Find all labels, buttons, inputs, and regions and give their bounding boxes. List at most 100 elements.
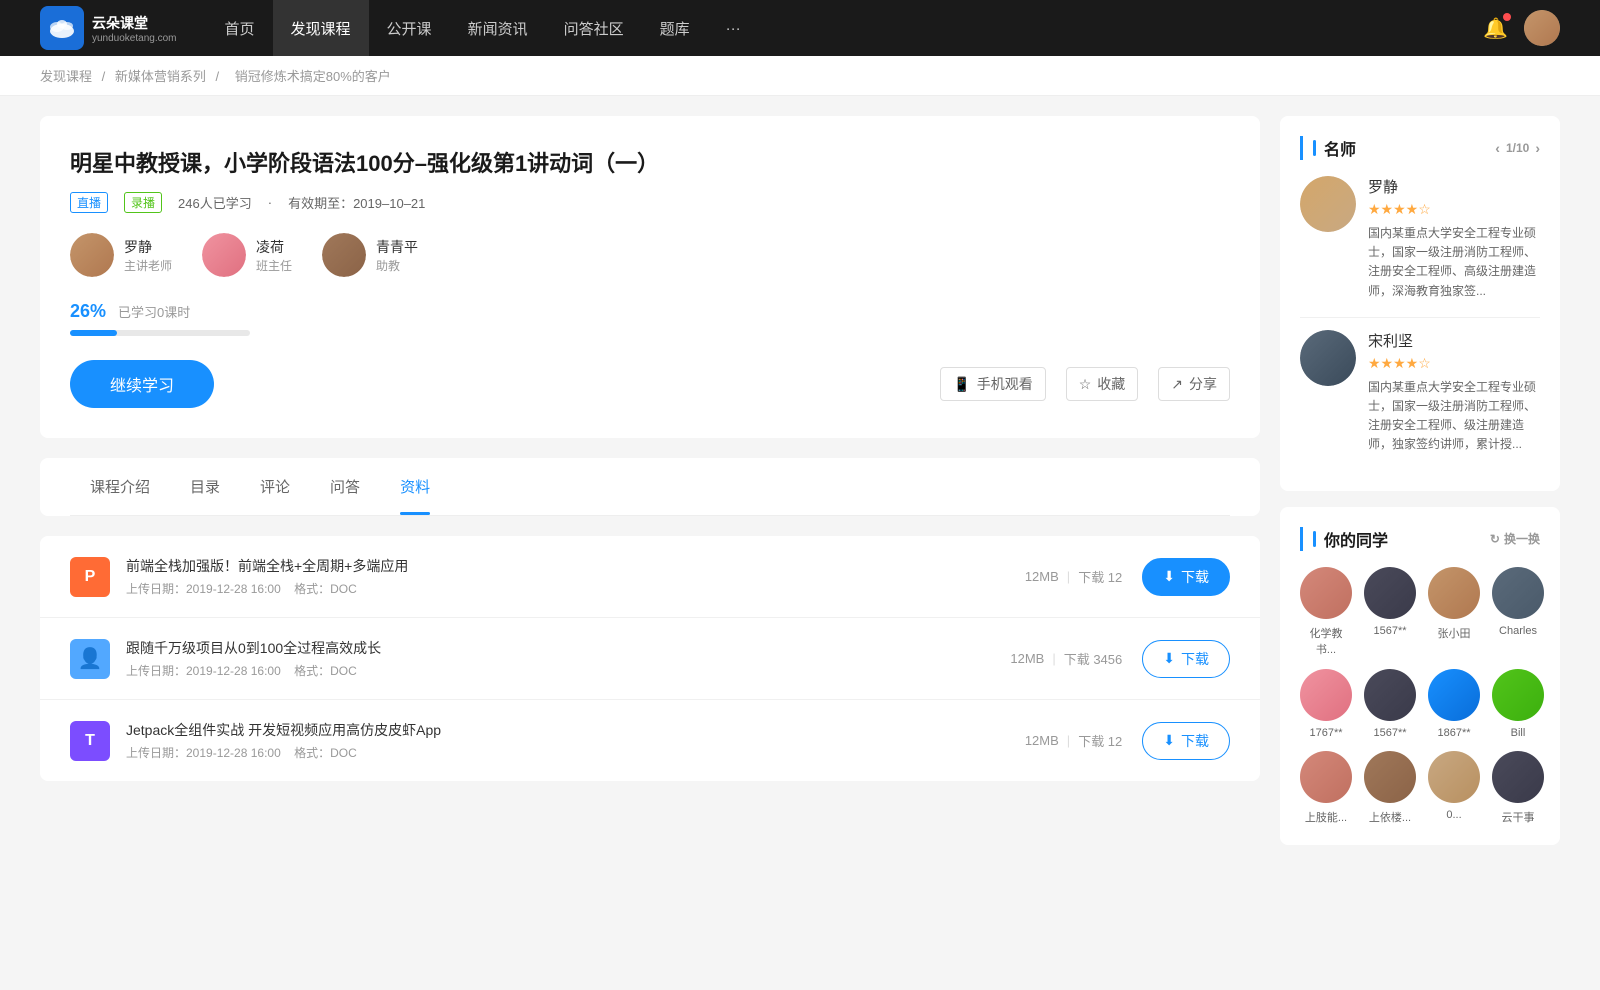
download-icon-2: ⬇ (1163, 650, 1175, 667)
resource-item-1: P 前端全栈加强版！前端全栈+全周期+多端应用 上传日期：2019-12-28 … (40, 536, 1260, 618)
badge-record: 录播 (124, 192, 162, 213)
continue-study-button[interactable]: 继续学习 (70, 360, 214, 408)
tab-review[interactable]: 评论 (240, 458, 310, 515)
classmate-11-name: 0... (1446, 809, 1461, 821)
sidebar-teacher-1: 罗静 ★★★★☆ 国内某重点大学安全工程专业硕士，国家一级注册消防工程师、注册安… (1300, 176, 1540, 301)
download-icon-3: ⬇ (1163, 732, 1175, 749)
resource-item-3: T Jetpack全组件实战 开发短视频应用高仿皮皮虾App 上传日期：2019… (40, 700, 1260, 781)
progress-label: 已学习0课时 (118, 302, 190, 321)
classmate-5-avatar (1300, 669, 1352, 721)
teacher-1-role: 主讲老师 (124, 257, 172, 274)
tab-resource[interactable]: 资料 (380, 458, 450, 515)
content-left: 明星中教授课，小学阶段语法100分–强化级第1讲动词（一） 直播 录播 246人… (40, 116, 1260, 861)
classmate-10-name: 上依楼... (1369, 809, 1411, 825)
breadcrumb-discover[interactable]: 发现课程 (40, 69, 92, 84)
classmate-10-avatar (1364, 751, 1416, 803)
teacher-3: 青青平 助教 (322, 233, 418, 277)
resource-icon-3: T (70, 721, 110, 761)
refresh-button[interactable]: ↻ 换一换 (1490, 530, 1540, 547)
classmate-4: Charles (1492, 567, 1544, 657)
teacher-3-avatar (322, 233, 366, 277)
classmate-8-name: Bill (1511, 727, 1526, 739)
teacher-1-avatar (70, 233, 114, 277)
course-tabs: 课程介绍 目录 评论 问答 资料 (70, 458, 1230, 516)
resource-icon-2: 👤 (70, 639, 110, 679)
classmate-12-avatar (1492, 751, 1544, 803)
avatar-image (1524, 10, 1560, 46)
user-avatar[interactable] (1524, 10, 1560, 46)
header: 云朵课堂 yunduoketang.com 首页 发现课程 公开课 新闻资讯 问… (0, 0, 1600, 56)
download-button-1[interactable]: ⬇ 下载 (1142, 558, 1230, 596)
classmate-4-avatar (1492, 567, 1544, 619)
progress-bar-bg (70, 330, 250, 336)
tab-intro[interactable]: 课程介绍 (70, 458, 170, 515)
resource-item-2: 👤 跟随千万级项目从0到100全过程高效成长 上传日期：2019-12-28 1… (40, 618, 1260, 700)
notification-dot (1503, 13, 1511, 21)
nav-open-course[interactable]: 公开课 (369, 0, 450, 56)
teachers-page: 1/10 (1506, 141, 1529, 155)
resource-title-3: Jetpack全组件实战 开发短视频应用高仿皮皮虾App (126, 720, 1025, 740)
classmates-grid: 化学教书... 1567** 张小田 Charles 1767** (1300, 567, 1540, 825)
classmate-5: 1767** (1300, 669, 1352, 739)
teachers-next[interactable]: › (1535, 140, 1540, 156)
teacher-1-name: 罗静 (124, 237, 172, 257)
classmate-7-name: 1867** (1437, 727, 1470, 739)
resource-meta-1: 上传日期：2019-12-28 16:00 格式：DOC (126, 580, 1025, 597)
teachers-prev[interactable]: ‹ (1495, 140, 1500, 156)
share-button[interactable]: ↗ 分享 (1158, 367, 1230, 401)
share-icon: ↗ (1171, 376, 1183, 393)
nav-qa[interactable]: 问答社区 (546, 0, 642, 56)
breadcrumb-series[interactable]: 新媒体营销系列 (115, 69, 206, 84)
logo-sub: yunduoketang.com (92, 33, 177, 44)
classmate-9: 上肢能... (1300, 751, 1352, 825)
tab-qa[interactable]: 问答 (310, 458, 380, 515)
course-actions: 继续学习 📱 手机观看 ☆ 收藏 ↗ 分享 (70, 360, 1230, 408)
teachers-sidebar-title: 名师 ‹ 1/10 › (1300, 136, 1540, 160)
sidebar-teacher-2-desc: 国内某重点大学安全工程专业硕士，国家一级注册消防工程师、注册安全工程师、级注册建… (1368, 378, 1540, 455)
nav-home[interactable]: 首页 (207, 0, 273, 56)
teachers-pagination: ‹ 1/10 › (1495, 140, 1540, 156)
notification-bell[interactable]: 🔔 (1483, 16, 1508, 41)
sidebar-teacher-1-name: 罗静 (1368, 176, 1540, 197)
breadcrumb-current: 销冠修炼术搞定80%的客户 (235, 69, 391, 84)
resource-stats-2: 12MB | 下载 3456 (1010, 649, 1122, 668)
download-button-2[interactable]: ⬇ 下载 (1142, 640, 1230, 678)
teacher-2-name: 凌荷 (256, 237, 292, 257)
download-button-3[interactable]: ⬇ 下载 (1142, 722, 1230, 760)
classmate-6: 1567** (1364, 669, 1416, 739)
nav-news[interactable]: 新闻资讯 (450, 0, 546, 56)
nav-quiz[interactable]: 题库 (642, 0, 708, 56)
breadcrumb: 发现课程 / 新媒体营销系列 / 销冠修炼术搞定80%的客户 (0, 56, 1600, 96)
resource-icon-1: P (70, 557, 110, 597)
collect-button[interactable]: ☆ 收藏 (1066, 367, 1139, 401)
classmate-8: Bill (1492, 669, 1544, 739)
refresh-icon: ↻ (1490, 532, 1500, 546)
course-title: 明星中教授课，小学阶段语法100分–强化级第1讲动词（一） (70, 146, 1230, 178)
logo[interactable]: 云朵课堂 yunduoketang.com (40, 6, 177, 50)
tab-catalog[interactable]: 目录 (170, 458, 240, 515)
nav-more[interactable]: ··· (708, 0, 759, 56)
classmate-1: 化学教书... (1300, 567, 1352, 657)
classmates-card: 你的同学 ↻ 换一换 化学教书... 1567** 张小田 (1280, 507, 1560, 845)
phone-watch-button[interactable]: 📱 手机观看 (940, 367, 1045, 401)
main-content: 明星中教授课，小学阶段语法100分–强化级第1讲动词（一） 直播 录播 246人… (0, 96, 1600, 881)
teacher-3-name: 青青平 (376, 237, 418, 257)
classmate-7: 1867** (1428, 669, 1480, 739)
resource-meta-3: 上传日期：2019-12-28 16:00 格式：DOC (126, 744, 1025, 761)
teacher-2: 凌荷 班主任 (202, 233, 292, 277)
sidebar-teacher-2-stars: ★★★★☆ (1368, 355, 1540, 372)
classmate-9-avatar (1300, 751, 1352, 803)
classmate-9-name: 上肢能... (1305, 809, 1347, 825)
classmates-title: 你的同学 ↻ 换一换 (1300, 527, 1540, 551)
logo-icon (40, 6, 84, 50)
resource-list: P 前端全栈加强版！前端全栈+全周期+多端应用 上传日期：2019-12-28 … (40, 536, 1260, 781)
classmate-10: 上依楼... (1364, 751, 1416, 825)
teachers-sidebar-card: 名师 ‹ 1/10 › 罗静 ★★★★☆ 国内某重点大学安全工程专业硕士，国家一… (1280, 116, 1560, 491)
sidebar-teacher-1-stars: ★★★★☆ (1368, 201, 1540, 218)
download-icon-1: ⬇ (1163, 568, 1175, 585)
classmate-4-name: Charles (1499, 625, 1537, 637)
header-right: 🔔 (1483, 10, 1560, 46)
classmate-5-name: 1767** (1309, 727, 1342, 739)
nav-discover[interactable]: 发现课程 (273, 0, 369, 56)
sidebar-teacher-1-desc: 国内某重点大学安全工程专业硕士，国家一级注册消防工程师、注册安全工程师、高级注册… (1368, 224, 1540, 301)
